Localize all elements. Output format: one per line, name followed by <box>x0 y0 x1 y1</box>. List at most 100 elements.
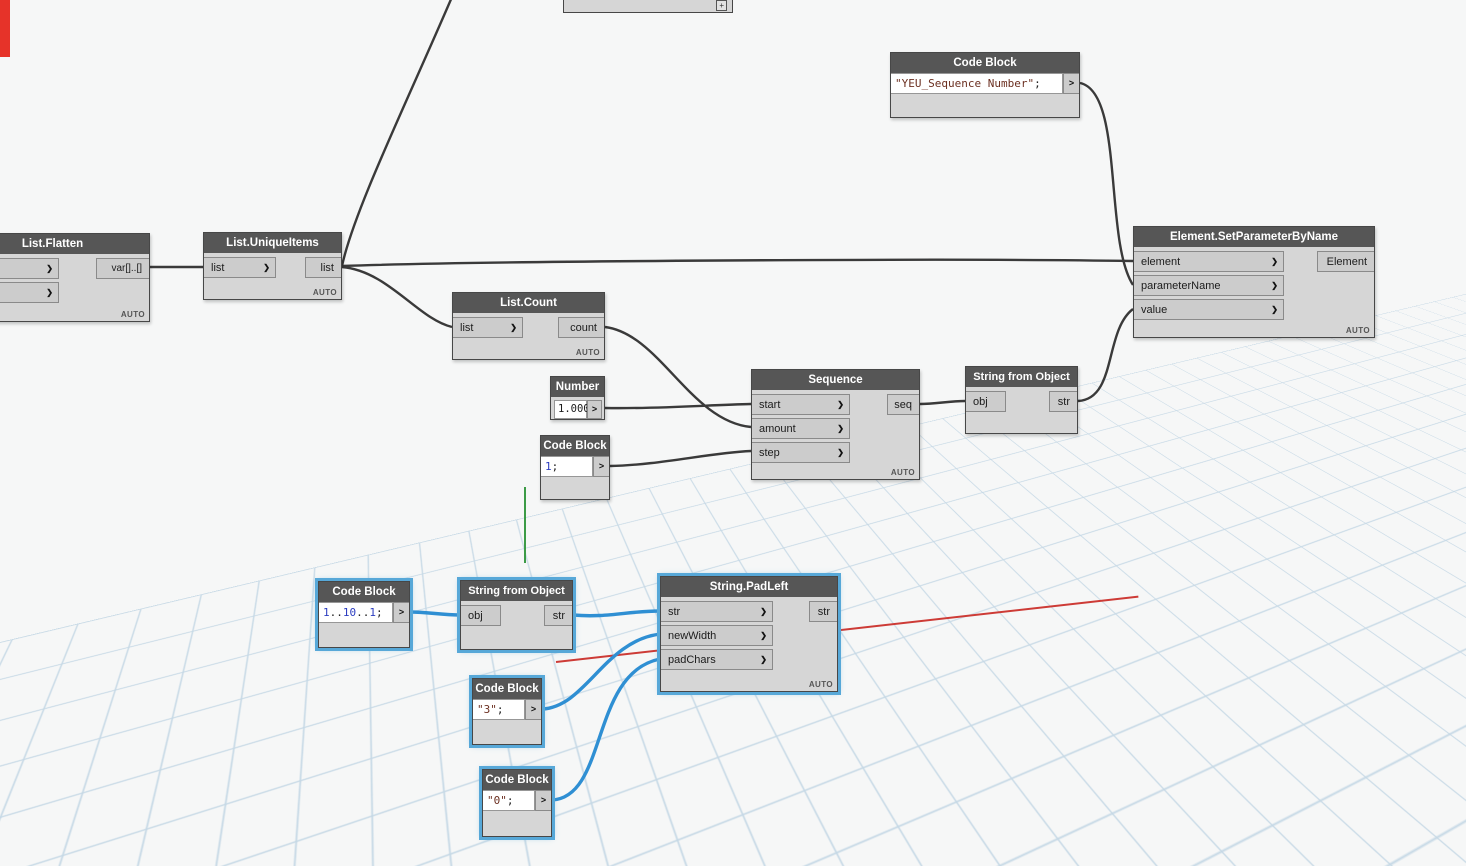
port-chevron-icon: ❯ <box>760 631 767 640</box>
lacing-label: AUTO <box>808 680 833 689</box>
output-port-str[interactable]: str <box>1049 391 1077 412</box>
output-port-seq[interactable]: seq <box>887 394 919 415</box>
output-port-str[interactable]: str <box>809 601 837 622</box>
node-title[interactable]: Code Block <box>541 436 609 456</box>
port-chevron-icon: ❯ <box>837 424 844 433</box>
input-port-value[interactable]: value ❯ <box>1134 299 1284 320</box>
port-label: list <box>320 261 334 274</box>
clipped-node-top[interactable]: + <box>563 0 733 13</box>
node-title[interactable]: Code Block <box>483 770 551 790</box>
node-list-flatten[interactable]: List.Flatten list ❯ amt ❯ var[]..[] AUTO <box>0 233 150 322</box>
node-title[interactable]: Code Block <box>473 679 541 699</box>
port-chevron-icon: ❯ <box>510 323 517 332</box>
node-string-from-object-2[interactable]: String from Object obj str <box>457 577 576 653</box>
lacing-label: AUTO <box>890 468 915 477</box>
input-port-element[interactable]: element ❯ <box>1134 251 1284 272</box>
code-input[interactable]: 1..10..1; <box>319 602 393 623</box>
collapse-icon[interactable]: + <box>716 0 727 11</box>
port-label: str <box>817 605 830 618</box>
node-string-padleft[interactable]: String.PadLeft str ❯ newWidth ❯ padChars… <box>657 573 841 695</box>
lacing-label: AUTO <box>575 348 600 357</box>
port-chevron-icon: ❯ <box>760 655 767 664</box>
input-port-obj[interactable]: obj <box>966 391 1006 412</box>
output-port-list[interactable]: list <box>305 257 341 278</box>
port-label: obj <box>468 609 483 622</box>
code-input[interactable]: 1; <box>541 456 593 477</box>
code-output-port[interactable]: > <box>535 790 551 811</box>
node-title[interactable]: String.PadLeft <box>661 577 837 597</box>
port-chevron-icon: ❯ <box>837 400 844 409</box>
port-chevron-icon: ❯ <box>1271 257 1278 266</box>
output-port-element[interactable]: Element <box>1317 251 1374 272</box>
code-input[interactable]: "0"; <box>483 790 535 811</box>
code-input[interactable]: "YEU_Sequence Number"; <box>891 73 1063 94</box>
code-output-port[interactable]: > <box>1063 73 1079 94</box>
lacing-label: AUTO <box>312 288 337 297</box>
port-label: str <box>1057 395 1070 408</box>
input-port-list[interactable]: list ❯ <box>204 257 276 278</box>
input-port-amount[interactable]: amount ❯ <box>752 418 850 439</box>
output-port-count[interactable]: count <box>558 317 604 338</box>
node-sequence[interactable]: Sequence start ❯ amount ❯ step ❯ seq AUT… <box>751 369 920 480</box>
node-title[interactable]: List.Flatten <box>0 234 149 254</box>
port-label: parameterName <box>1141 279 1221 292</box>
code-output-port[interactable]: > <box>393 602 409 623</box>
y-axis-line <box>524 487 526 563</box>
input-port-str[interactable]: str ❯ <box>661 601 773 622</box>
code-input[interactable]: "3"; <box>473 699 525 720</box>
number-output-port[interactable]: > <box>587 400 602 419</box>
node-title[interactable]: Sequence <box>752 370 919 390</box>
node-code-block-parameter-name[interactable]: Code Block "YEU_Sequence Number"; > <box>890 52 1080 118</box>
node-list-uniqueitems[interactable]: List.UniqueItems list ❯ list AUTO <box>203 232 342 300</box>
port-label: seq <box>894 398 912 411</box>
port-label: step <box>759 446 780 459</box>
output-port-str[interactable]: str <box>544 605 572 626</box>
port-label: str <box>552 609 565 622</box>
node-number[interactable]: Number 1.000 > <box>550 376 605 420</box>
node-title[interactable]: Code Block <box>319 582 409 602</box>
port-label: value <box>1141 303 1168 316</box>
code-output-port[interactable]: > <box>525 699 541 720</box>
red-marker <box>0 0 10 57</box>
node-title[interactable]: Element.SetParameterByName <box>1134 227 1374 247</box>
node-list-count[interactable]: List.Count list ❯ count AUTO <box>452 292 605 360</box>
port-label: Element <box>1326 255 1367 268</box>
port-label: list <box>460 321 474 334</box>
input-port-padchars[interactable]: padChars ❯ <box>661 649 773 670</box>
node-title[interactable]: String from Object <box>461 581 572 601</box>
port-label: count <box>570 321 597 334</box>
node-title[interactable]: List.Count <box>453 293 604 313</box>
code-output-port[interactable]: > <box>593 456 609 477</box>
port-label: list <box>211 261 225 274</box>
node-code-block-step[interactable]: Code Block 1; > <box>540 435 610 500</box>
input-port-obj[interactable]: obj <box>461 605 501 626</box>
input-port-newwidth[interactable]: newWidth ❯ <box>661 625 773 646</box>
input-port-list[interactable]: list ❯ <box>453 317 523 338</box>
node-title[interactable]: Code Block <box>891 53 1079 73</box>
node-title[interactable]: Number <box>551 377 604 397</box>
node-string-from-object-1[interactable]: String from Object obj str <box>965 366 1078 434</box>
node-element-setparameterbyname[interactable]: Element.SetParameterByName element ❯ par… <box>1133 226 1375 338</box>
input-port-amt[interactable]: amt ❯ <box>0 282 59 303</box>
number-input[interactable]: 1.000 <box>554 400 590 419</box>
port-chevron-icon: ❯ <box>1271 281 1278 290</box>
port-chevron-icon: ❯ <box>837 448 844 457</box>
port-chevron-icon: ❯ <box>1271 305 1278 314</box>
port-chevron-icon: ❯ <box>46 288 53 297</box>
input-port-parametername[interactable]: parameterName ❯ <box>1134 275 1284 296</box>
node-code-block-newwidth[interactable]: Code Block "3"; > <box>469 675 545 748</box>
node-code-block-range[interactable]: Code Block 1..10..1; > <box>315 578 413 651</box>
node-code-block-padchars[interactable]: Code Block "0"; > <box>479 766 555 840</box>
port-label: element <box>1141 255 1181 268</box>
port-label: amount <box>759 422 796 435</box>
output-port-var[interactable]: var[]..[] <box>96 258 149 279</box>
input-port-start[interactable]: start ❯ <box>752 394 850 415</box>
input-port-list[interactable]: list ❯ <box>0 258 59 279</box>
node-title[interactable]: String from Object <box>966 367 1077 387</box>
lacing-label: AUTO <box>1345 326 1370 335</box>
port-label: str <box>668 605 681 618</box>
lacing-label: AUTO <box>120 310 145 319</box>
node-title[interactable]: List.UniqueItems <box>204 233 341 253</box>
input-port-step[interactable]: step ❯ <box>752 442 850 463</box>
port-label: start <box>759 398 781 411</box>
